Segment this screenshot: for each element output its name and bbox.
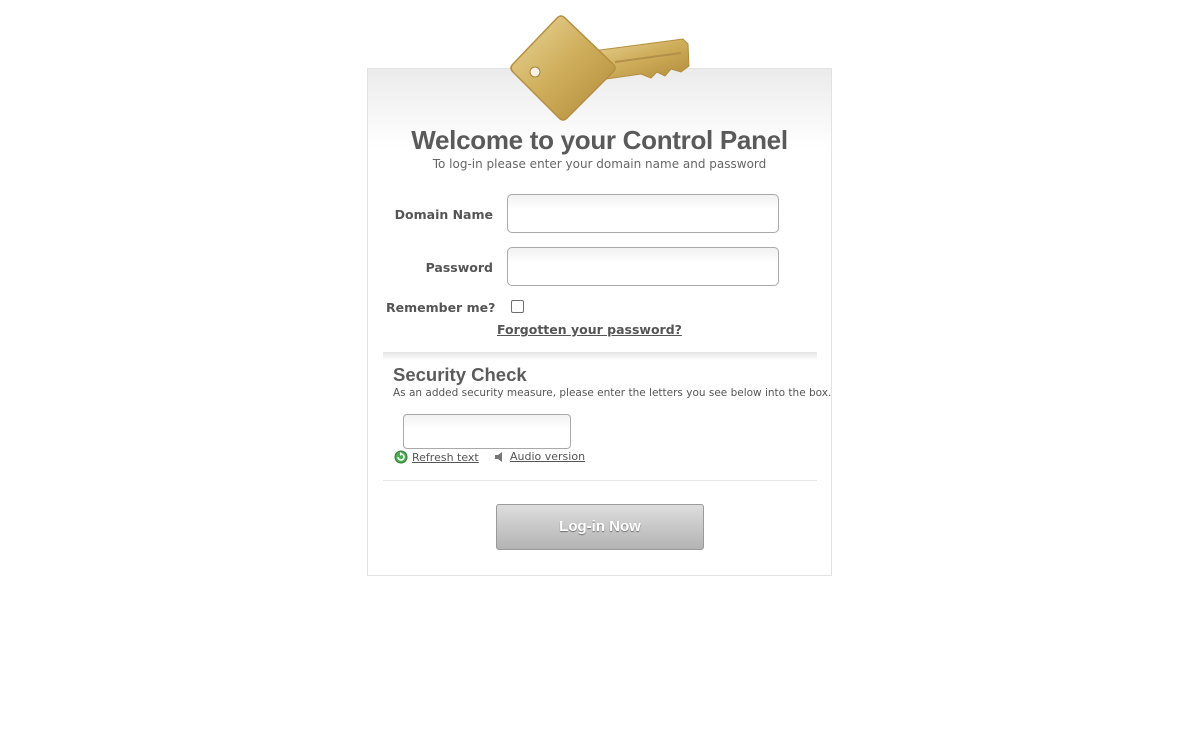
footer-divider bbox=[383, 480, 817, 481]
captcha-input[interactable] bbox=[403, 414, 571, 449]
remember-me-checkbox[interactable] bbox=[511, 300, 524, 313]
page-title: Welcome to your Control Panel bbox=[411, 125, 788, 155]
audio-version-link[interactable]: Audio version bbox=[494, 450, 585, 463]
refresh-text-label: Refresh text bbox=[412, 450, 479, 464]
audio-version-label: Audio version bbox=[510, 450, 586, 463]
domain-name-input[interactable] bbox=[507, 194, 779, 233]
speaker-icon bbox=[495, 451, 502, 462]
page-subtitle: To log-in please enter your domain name … bbox=[432, 157, 767, 171]
security-check-description: As an added security measure, please ent… bbox=[393, 387, 832, 399]
refresh-text-link[interactable]: Refresh text bbox=[394, 450, 479, 464]
password-label: Password bbox=[425, 260, 493, 275]
key-icon bbox=[510, 15, 690, 121]
security-check-title: Security Check bbox=[393, 364, 527, 385]
password-input[interactable] bbox=[507, 247, 779, 286]
domain-name-label: Domain Name bbox=[394, 207, 493, 222]
forgot-password-link[interactable]: Forgotten your password? bbox=[497, 322, 682, 337]
login-button[interactable]: Log-in Now bbox=[496, 504, 704, 550]
refresh-icon bbox=[394, 450, 408, 464]
remember-me-label: Remember me? bbox=[386, 300, 496, 315]
login-page: Welcome to your Control Panel To log-in … bbox=[0, 0, 1200, 740]
section-divider bbox=[383, 352, 817, 360]
